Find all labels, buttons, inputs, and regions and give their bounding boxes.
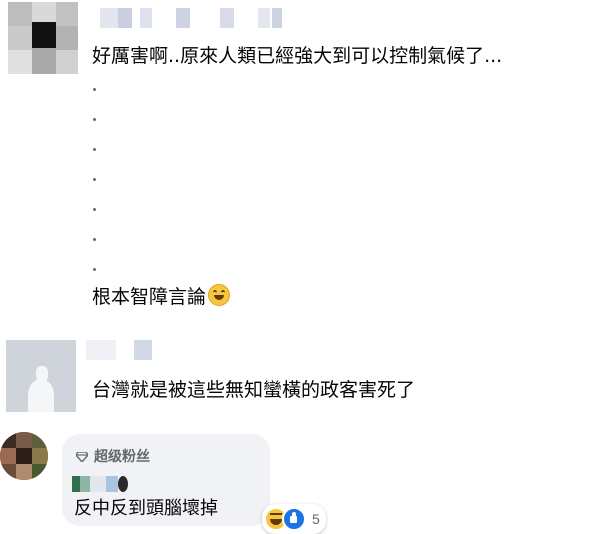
author-name-redacted[interactable]	[72, 476, 142, 492]
reaction-count: 5	[312, 511, 320, 527]
comment-text: 好厲害啊..原來人類已經強大到可以控制氣候了...	[92, 45, 503, 67]
comment-text-tail: 根本智障言論	[92, 284, 231, 309]
comment-3: 超级粉丝 反中反到頭腦壞掉 5	[0, 432, 591, 534]
author-name-redacted[interactable]	[86, 340, 166, 360]
like-reaction-icon	[282, 507, 306, 531]
comment-1: 好厲害啊..原來人類已經強大到可以控制氣候了... 根本智障言論	[0, 0, 591, 320]
diamond-icon	[76, 452, 88, 462]
author-name-redacted[interactable]	[100, 8, 300, 28]
comment-2: 台灣就是被這些無知蠻橫的政客害死了	[0, 338, 591, 418]
badge-label: 超级粉丝	[94, 449, 150, 465]
avatar[interactable]	[8, 2, 78, 74]
comment-bubble: 超级粉丝 反中反到頭腦壞掉	[62, 434, 270, 526]
comment-tail-text: 根本智障言論	[92, 286, 207, 308]
comment-text: 台灣就是被這些無知蠻橫的政客害死了	[92, 379, 416, 401]
laughing-face-icon	[208, 284, 231, 306]
default-avatar-icon[interactable]	[6, 340, 76, 412]
top-fan-badge[interactable]: 超级粉丝	[76, 448, 150, 466]
avatar[interactable]	[0, 432, 48, 480]
reactions-summary[interactable]: 5	[262, 504, 326, 534]
comment-text: 反中反到頭腦壞掉	[74, 498, 218, 519]
